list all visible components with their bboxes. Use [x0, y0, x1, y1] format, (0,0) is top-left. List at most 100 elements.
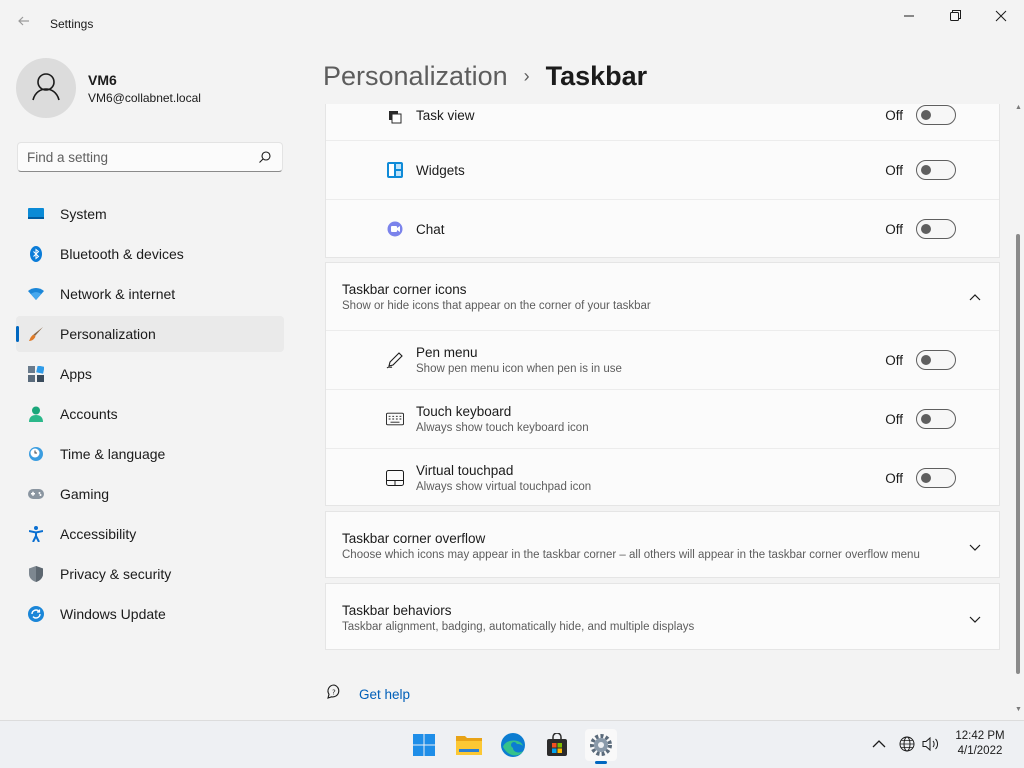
store-button[interactable] — [541, 729, 573, 761]
pen-icon — [386, 351, 404, 369]
widgets-icon — [386, 161, 404, 179]
pen-menu-toggle[interactable] — [916, 350, 956, 370]
wifi-icon — [28, 286, 44, 302]
setting-row-virtual-touchpad: Virtual touchpad Always show virtual tou… — [326, 448, 999, 507]
widgets-toggle[interactable] — [916, 160, 956, 180]
section-title: Taskbar corner icons — [342, 282, 467, 297]
back-arrow-icon[interactable] — [14, 14, 34, 34]
sidebar-item-privacy[interactable]: Privacy & security — [16, 556, 284, 592]
sidebar-item-label: Bluetooth & devices — [60, 246, 184, 262]
settings-button[interactable] — [585, 729, 617, 764]
network-status[interactable] — [898, 735, 916, 753]
setting-title: Chat — [416, 222, 445, 237]
system-icon — [28, 206, 44, 222]
keyboard-icon — [386, 410, 404, 428]
sidebar-nav: System Bluetooth & devices Network & int… — [16, 196, 284, 636]
sidebar-item-label: Privacy & security — [60, 566, 172, 582]
toggle-state-label: Off — [885, 471, 903, 486]
user-icon — [32, 73, 60, 101]
system-taskbar: 12:42 PM 4/1/2022 — [0, 720, 1024, 768]
section-title: Taskbar behaviors — [342, 603, 452, 618]
sidebar-item-time-language[interactable]: Time & language — [16, 436, 284, 472]
toggle-state-label: Off — [885, 222, 903, 237]
svg-text:?: ? — [332, 688, 336, 696]
toggle-state-label: Off — [885, 163, 903, 178]
page-title: Taskbar — [545, 60, 648, 91]
chevron-down-icon[interactable] — [969, 540, 981, 552]
scrollbar[interactable]: ▲ ▼ — [1014, 104, 1022, 718]
task-view-toggle[interactable] — [916, 105, 956, 125]
store-icon — [547, 733, 567, 756]
file-explorer-button[interactable] — [453, 729, 485, 761]
scroll-up-arrow-icon[interactable]: ▲ — [1015, 104, 1022, 111]
clock[interactable]: 12:42 PM 4/1/2022 — [950, 729, 1010, 759]
section-description: Show or hide icons that appear on the co… — [342, 300, 651, 312]
setting-title: Touch keyboard — [416, 404, 512, 419]
taskbar-corner-overflow-section[interactable]: Taskbar corner overflow Choose which ico… — [325, 511, 1000, 578]
chevron-up-icon[interactable] — [969, 291, 981, 303]
clock-date: 4/1/2022 — [957, 745, 1003, 757]
sidebar-item-accounts[interactable]: Accounts — [16, 396, 284, 432]
restore-button[interactable] — [932, 4, 978, 30]
scrollbar-thumb[interactable] — [1016, 234, 1020, 674]
sidebar-item-label: Time & language — [60, 446, 166, 462]
taskbar-corner-icons-header[interactable]: Taskbar corner icons Show or hide icons … — [326, 263, 999, 330]
chat-icon — [386, 220, 404, 238]
sidebar-item-apps[interactable]: Apps — [16, 356, 284, 392]
clock-time: 12:42 PM — [955, 730, 1005, 742]
minimize-button[interactable] — [886, 4, 932, 30]
toggle-state-label: Off — [885, 353, 903, 368]
sidebar-item-personalization[interactable]: Personalization — [16, 316, 284, 352]
shield-icon — [28, 566, 44, 582]
sidebar-item-system[interactable]: System — [16, 196, 284, 232]
speaker-icon — [922, 736, 939, 752]
user-email: VM6@collabnet.local — [88, 91, 201, 105]
sidebar-item-network[interactable]: Network & internet — [16, 276, 284, 312]
setting-title: Widgets — [416, 163, 465, 178]
task-view-icon — [386, 108, 404, 126]
chevron-up-icon — [872, 740, 886, 748]
setting-title: Pen menu — [416, 345, 478, 360]
avatar[interactable] — [16, 58, 76, 118]
file-explorer-icon — [456, 736, 482, 755]
time-language-icon — [28, 446, 44, 462]
scroll-down-arrow-icon[interactable]: ▼ — [1015, 706, 1022, 713]
sidebar-item-bluetooth[interactable]: Bluetooth & devices — [16, 236, 284, 272]
search-box[interactable] — [17, 142, 283, 172]
taskbar-items-card: Task view Off Widgets Off Chat Off — [325, 104, 1000, 258]
sidebar-item-label: Accounts — [60, 406, 118, 422]
taskbar-behaviors-section[interactable]: Taskbar behaviors Taskbar alignment, bad… — [325, 583, 1000, 650]
setting-description: Always show virtual touchpad icon — [416, 481, 592, 493]
brush-icon — [28, 326, 44, 342]
sidebar-item-windows-update[interactable]: Windows Update — [16, 596, 284, 632]
sidebar-item-accessibility[interactable]: Accessibility — [16, 516, 284, 552]
sidebar-item-label: Accessibility — [60, 526, 137, 542]
touch-keyboard-toggle[interactable] — [916, 409, 956, 429]
search-icon[interactable] — [258, 150, 272, 164]
breadcrumb-parent[interactable]: Personalization — [323, 61, 508, 92]
sidebar-item-label: Windows Update — [60, 606, 166, 622]
virtual-touchpad-toggle[interactable] — [916, 468, 956, 488]
sidebar-item-gaming[interactable]: Gaming — [16, 476, 284, 512]
volume-control[interactable] — [922, 735, 940, 753]
sidebar-item-label: Network & internet — [60, 286, 176, 302]
get-help-link[interactable]: ? Get help — [325, 683, 411, 704]
edge-button[interactable] — [497, 729, 529, 761]
user-name: VM6 — [88, 72, 117, 88]
section-description: Taskbar alignment, badging, automaticall… — [342, 621, 695, 633]
close-button[interactable] — [978, 4, 1024, 30]
search-input[interactable] — [18, 143, 238, 171]
chat-toggle[interactable] — [916, 219, 956, 239]
setting-row-pen-menu: Pen menu Show pen menu icon when pen is … — [326, 330, 999, 389]
show-hidden-icons-button[interactable] — [870, 735, 888, 753]
apps-icon — [28, 366, 44, 382]
get-help-label: Get help — [359, 686, 411, 702]
title-bar: Settings — [0, 0, 1024, 48]
chevron-down-icon[interactable] — [969, 612, 981, 624]
breadcrumb: Personalization › Taskbar — [323, 58, 647, 94]
sidebar-item-label: System — [60, 206, 107, 222]
accounts-icon — [28, 406, 44, 422]
section-description: Choose which icons may appear in the tas… — [342, 549, 920, 561]
accessibility-icon — [28, 526, 44, 542]
start-button[interactable] — [408, 729, 440, 761]
